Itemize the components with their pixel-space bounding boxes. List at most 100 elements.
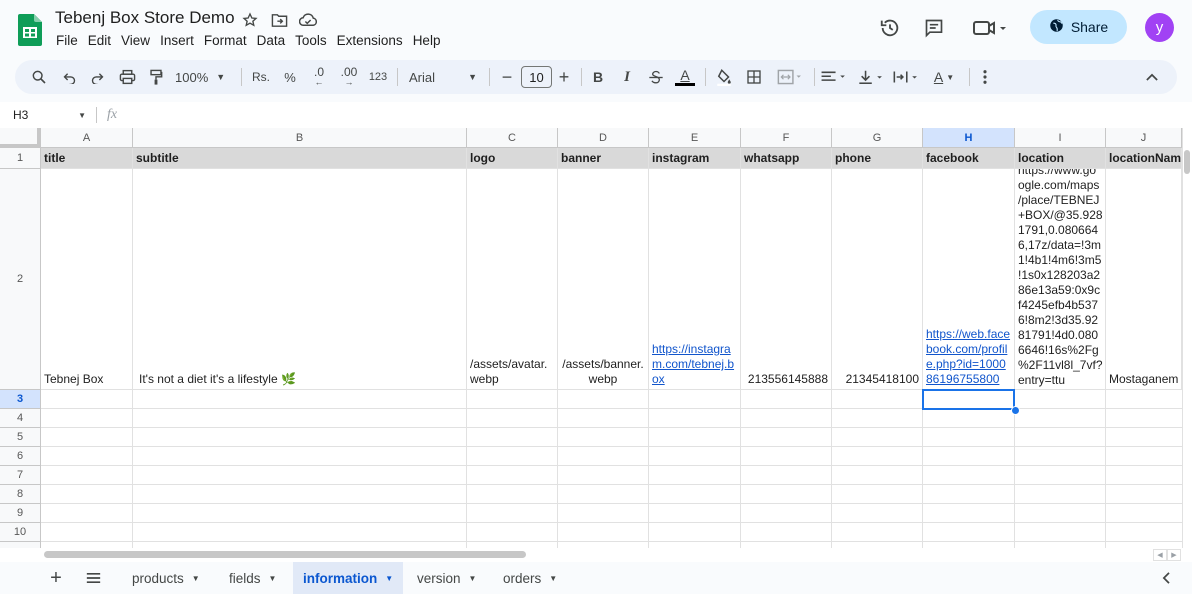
- row-header-9[interactable]: 9: [0, 504, 41, 523]
- row-header-6[interactable]: 6: [0, 447, 41, 466]
- cell-d2[interactable]: /assets/banner. webp: [558, 169, 649, 390]
- menu-edit[interactable]: Edit: [88, 33, 111, 48]
- text-rotation-button[interactable]: A ▼: [927, 60, 961, 94]
- column-header-j[interactable]: J: [1106, 128, 1182, 148]
- vertical-scrollbar-thumb[interactable]: [1184, 150, 1190, 174]
- row-header-1[interactable]: 1: [0, 148, 41, 169]
- empty-rows-area[interactable]: [41, 390, 1182, 548]
- cell-a1[interactable]: title: [41, 148, 133, 169]
- cell-b1[interactable]: subtitle: [133, 148, 467, 169]
- cloud-status-icon[interactable]: [298, 10, 318, 30]
- formula-input[interactable]: [130, 107, 1170, 123]
- menu-insert[interactable]: Insert: [160, 33, 194, 48]
- increase-decimal-button[interactable]: .00 →: [337, 60, 361, 94]
- column-header-g[interactable]: G: [832, 128, 923, 148]
- menu-format[interactable]: Format: [204, 33, 247, 48]
- version-history-icon[interactable]: [877, 15, 903, 41]
- scroll-right-icon[interactable]: ▶: [1167, 549, 1181, 561]
- menu-file[interactable]: File: [56, 33, 78, 48]
- merge-cells-icon[interactable]: [773, 60, 807, 94]
- text-color-button[interactable]: A: [674, 60, 696, 94]
- account-avatar[interactable]: y: [1145, 13, 1174, 42]
- collapse-toolbar-icon[interactable]: [1143, 60, 1161, 94]
- currency-format-button[interactable]: Rs.: [249, 60, 273, 94]
- cell-d1[interactable]: banner: [558, 148, 649, 169]
- redo-icon[interactable]: [87, 60, 107, 94]
- vertical-scrollbar[interactable]: [1182, 128, 1192, 548]
- font-size-input[interactable]: 10: [521, 66, 552, 88]
- increase-font-size-button[interactable]: +: [556, 60, 572, 94]
- print-icon[interactable]: [116, 60, 138, 94]
- text-wrapping-icon[interactable]: [890, 60, 922, 94]
- row-header-5[interactable]: 5: [0, 428, 41, 447]
- cell-g2[interactable]: 21345418100: [832, 169, 923, 390]
- column-header-c[interactable]: C: [467, 128, 558, 148]
- borders-icon[interactable]: [743, 60, 765, 94]
- strikethrough-icon[interactable]: [646, 60, 666, 94]
- cell-h2[interactable]: https://web.face book.com/profil e.php?i…: [923, 169, 1015, 390]
- zoom-select[interactable]: 100% ▼: [175, 60, 235, 94]
- percent-format-button[interactable]: %: [280, 60, 300, 94]
- cell-c1[interactable]: logo: [467, 148, 558, 169]
- row-header-4[interactable]: 4: [0, 409, 41, 428]
- star-icon[interactable]: [240, 10, 260, 30]
- column-header-e[interactable]: E: [649, 128, 741, 148]
- menu-data[interactable]: Data: [257, 33, 286, 48]
- select-all-corner[interactable]: [0, 128, 41, 148]
- paint-format-icon[interactable]: [146, 60, 166, 94]
- horizontal-align-icon[interactable]: [819, 60, 849, 94]
- cell-f2[interactable]: 213556145888: [741, 169, 832, 390]
- sheet-tab-fields[interactable]: fields ▼: [219, 562, 286, 594]
- fill-handle[interactable]: [1011, 406, 1020, 415]
- name-box[interactable]: H3 ▼: [0, 102, 92, 128]
- cell-e1[interactable]: instagram: [649, 148, 741, 169]
- column-header-b[interactable]: B: [133, 128, 467, 148]
- instagram-link[interactable]: https://instagra m.com/tebnej.b ox: [652, 342, 737, 387]
- cell-c2[interactable]: /assets/avatar. webp: [467, 169, 558, 390]
- column-header-d[interactable]: D: [558, 128, 649, 148]
- menu-help[interactable]: Help: [413, 33, 441, 48]
- facebook-link[interactable]: https://web.face book.com/profil e.php?i…: [926, 327, 1011, 387]
- menu-tools[interactable]: Tools: [295, 33, 327, 48]
- cell-i1[interactable]: location: [1015, 148, 1106, 169]
- vertical-align-icon[interactable]: [856, 60, 886, 94]
- add-sheet-icon[interactable]: +: [45, 566, 67, 590]
- selected-cell-h3[interactable]: [922, 389, 1015, 410]
- more-formats-button[interactable]: 123: [367, 60, 389, 94]
- horizontal-scrollbar-thumb[interactable]: [44, 551, 526, 558]
- fill-color-icon[interactable]: [713, 60, 735, 94]
- menu-view[interactable]: View: [121, 33, 150, 48]
- share-button[interactable]: Share: [1030, 10, 1127, 44]
- cell-b2[interactable]: It's not a diet it's a lifestyle 🌿: [133, 169, 467, 390]
- sheet-tab-products[interactable]: products ▼: [122, 562, 210, 594]
- cell-f1[interactable]: whatsapp: [741, 148, 832, 169]
- cell-j2[interactable]: Mostaganem: [1106, 169, 1182, 390]
- menu-extensions[interactable]: Extensions: [337, 33, 403, 48]
- column-header-i[interactable]: I: [1015, 128, 1106, 148]
- sheet-tab-orders[interactable]: orders ▼: [493, 562, 567, 594]
- meet-video-icon[interactable]: [970, 15, 1010, 41]
- row-header-3[interactable]: 3: [0, 390, 41, 409]
- cell-a2[interactable]: Tebnej Box: [41, 169, 133, 390]
- all-sheets-icon[interactable]: [82, 566, 104, 590]
- column-header-a[interactable]: A: [41, 128, 133, 148]
- sheet-tab-information[interactable]: information ▼: [293, 562, 404, 594]
- decrease-font-size-button[interactable]: −: [499, 60, 515, 94]
- spreadsheet-grid[interactable]: A B C D E F G H I J 1 2 3 4 5 6 7 8 9 10…: [0, 128, 1192, 548]
- cell-h1[interactable]: facebook: [923, 148, 1015, 169]
- search-menus-icon[interactable]: [29, 60, 49, 94]
- cell-j1[interactable]: locationNam: [1106, 148, 1182, 169]
- row-header-7[interactable]: 7: [0, 466, 41, 485]
- more-vertical-icon[interactable]: [977, 60, 993, 94]
- scroll-left-icon[interactable]: ◀: [1153, 549, 1167, 561]
- row-header-2[interactable]: 2: [0, 169, 41, 390]
- cell-e2[interactable]: https://instagra m.com/tebnej.b ox: [649, 169, 741, 390]
- column-header-h[interactable]: H: [923, 128, 1015, 148]
- row-header-8[interactable]: 8: [0, 485, 41, 504]
- column-header-f[interactable]: F: [741, 128, 832, 148]
- sheets-logo-icon[interactable]: [18, 14, 42, 46]
- font-select[interactable]: Arial ▼: [405, 60, 481, 94]
- cell-g1[interactable]: phone: [832, 148, 923, 169]
- row-header-10[interactable]: 10: [0, 523, 41, 542]
- cell-i2[interactable]: https://www.go ogle.com/maps /place/TEBN…: [1015, 169, 1106, 390]
